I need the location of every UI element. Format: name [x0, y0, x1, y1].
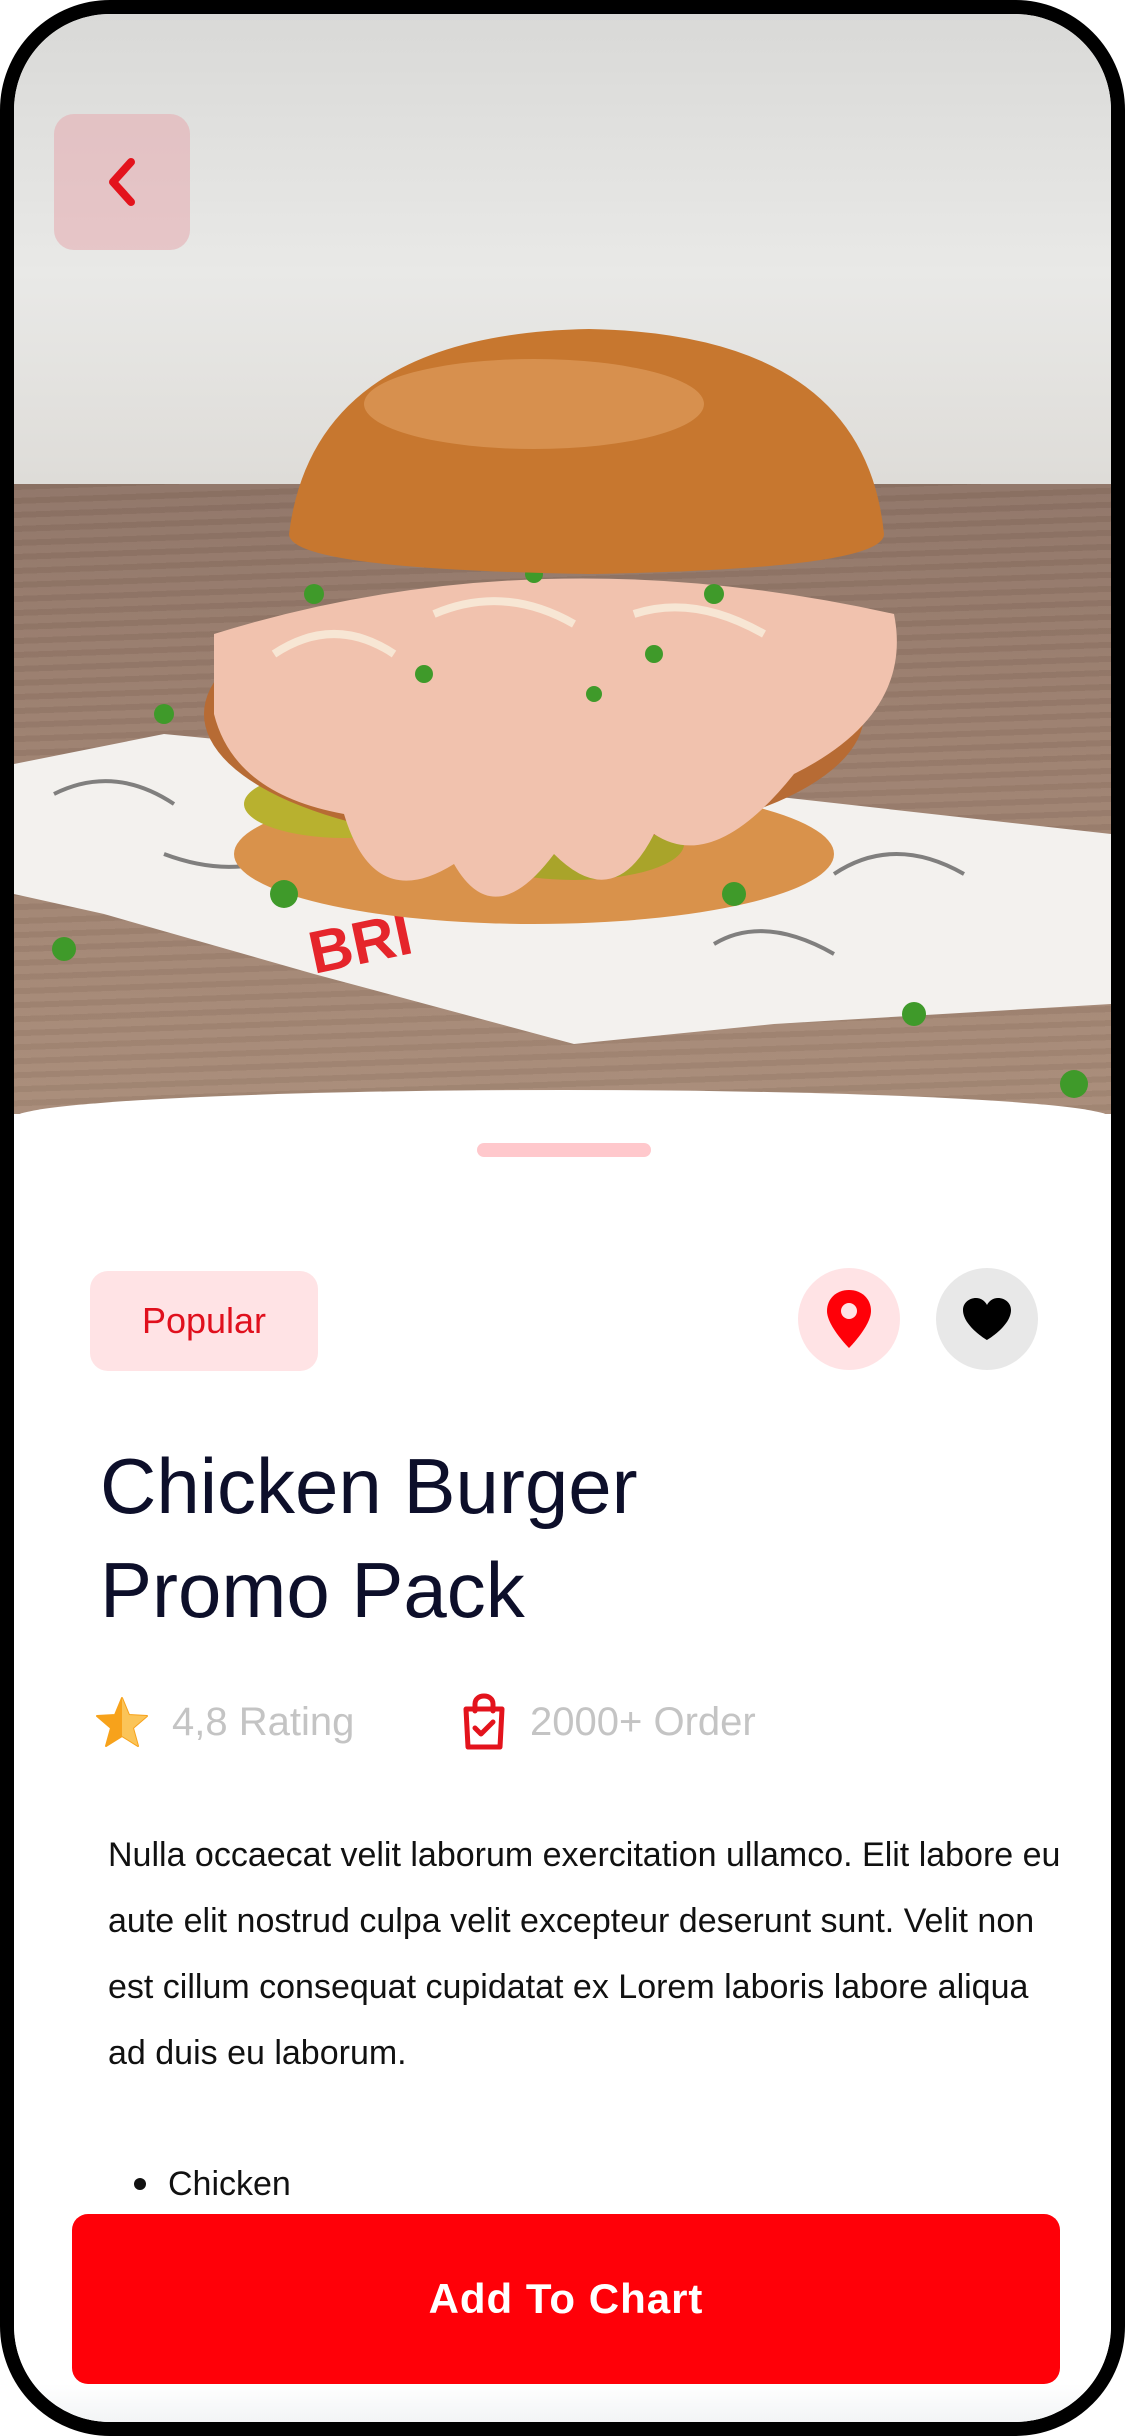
orders-meta: 2000+ Order: [460, 1690, 756, 1754]
orders-text: 2000+ Order: [530, 1699, 756, 1744]
bullet-dot: [134, 2178, 146, 2190]
location-pin-icon: [827, 1290, 871, 1348]
popular-badge: Popular: [90, 1271, 318, 1371]
add-to-cart-button[interactable]: Add To Chart: [72, 2214, 1060, 2384]
rating-meta: 4,8 Rating: [94, 1690, 354, 1754]
chevron-left-icon: [109, 158, 135, 206]
product-title: Chicken Burger Promo Pack: [100, 1434, 1000, 1642]
heart-icon: [963, 1298, 1011, 1340]
back-button[interactable]: [54, 114, 190, 250]
bottom-fade: [14, 2384, 1111, 2422]
favorite-button[interactable]: [936, 1268, 1038, 1370]
phone-frame: BRI Popular Chicken Burger Promo Pack 4,…: [0, 0, 1125, 2436]
product-title-line-2: Promo Pack: [100, 1546, 525, 1634]
ingredient-list-item: Chicken: [134, 2154, 291, 2214]
product-title-line-1: Chicken Burger: [100, 1442, 638, 1530]
sheet-drag-handle[interactable]: [477, 1143, 651, 1157]
location-button[interactable]: [798, 1268, 900, 1370]
shopping-bag-icon: [463, 1693, 505, 1750]
ingredient-label: Chicken: [168, 2165, 291, 2203]
rating-text: 4,8 Rating: [172, 1699, 355, 1744]
star-icon: [96, 1697, 148, 1747]
product-description: Nulla occaecat velit laborum exercitatio…: [108, 1836, 1061, 2072]
